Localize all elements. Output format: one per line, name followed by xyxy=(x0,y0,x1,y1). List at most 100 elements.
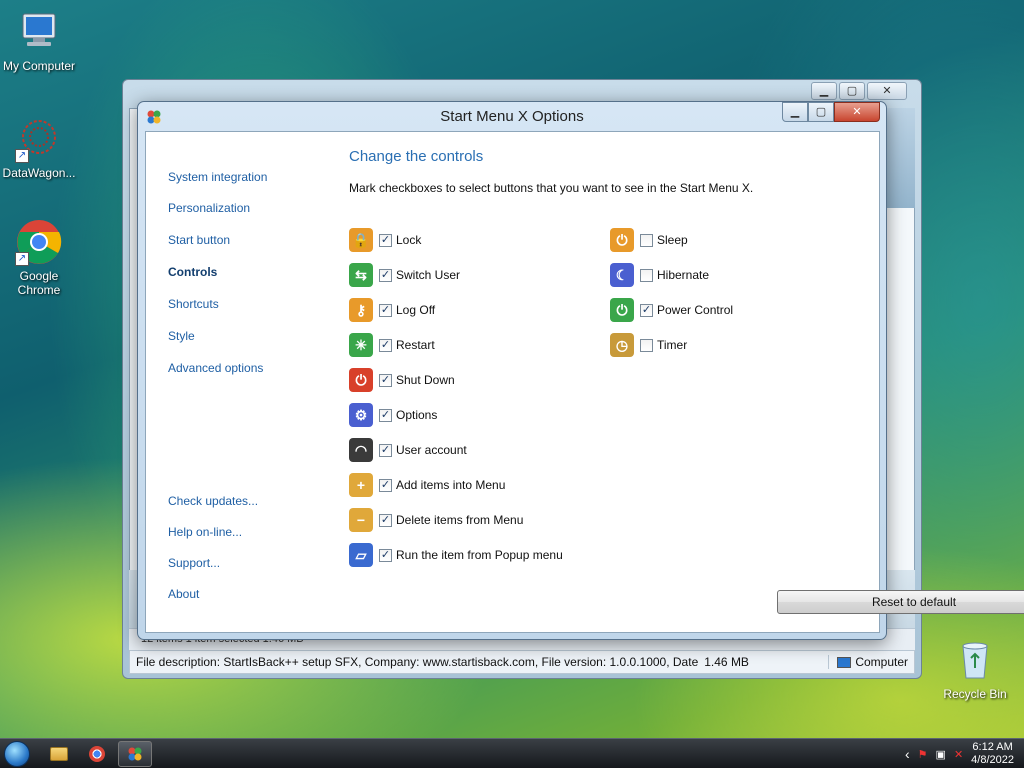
power-icon: ⏻ xyxy=(349,368,373,392)
checkbox[interactable]: ✓ xyxy=(379,268,392,282)
options-dialog[interactable]: Start Menu X Options ▁ ▢ ✕ System integr… xyxy=(137,101,1024,640)
option-lock[interactable]: 🔒 ✓ Lock xyxy=(349,227,421,253)
option-hibernate[interactable]: ☾ Hibernate xyxy=(610,262,709,288)
link-about[interactable]: About xyxy=(168,587,199,601)
checkbox[interactable]: ✓ xyxy=(379,408,392,422)
nav-personalization[interactable]: Personalization xyxy=(168,201,250,215)
dialog-title: Start Menu X Options xyxy=(440,108,584,125)
desktop-icon-label: My Computer xyxy=(2,59,76,73)
taskbar-explorer-button[interactable] xyxy=(42,741,76,767)
close-button[interactable]: ✕ xyxy=(867,82,907,100)
dialog-content: System integration Personalization Start… xyxy=(145,131,1024,633)
nav-shortcuts[interactable]: Shortcuts xyxy=(168,297,219,311)
lock-icon: 🔒 xyxy=(349,228,373,252)
dialog-close-button[interactable]: ✕ xyxy=(834,102,880,122)
option-options[interactable]: ⚙ ✓ Options xyxy=(349,402,437,428)
power-control-icon: ⏻ xyxy=(610,298,634,322)
status-location-label: Computer xyxy=(855,655,908,669)
dialog-maximize-button[interactable]: ▢ xyxy=(808,102,834,122)
option-label: Switch User xyxy=(396,268,461,282)
checkbox[interactable]: ✓ xyxy=(379,338,392,352)
switch-user-icon: ⇆ xyxy=(349,263,373,287)
reset-to-default-button[interactable]: Reset to default xyxy=(777,590,1024,614)
option-user-account[interactable]: ◠ ✓ User account xyxy=(349,437,467,463)
desktop-icon-datawagon[interactable]: ↗ DataWagon... xyxy=(0,115,82,180)
option-switch-user[interactable]: ⇆ ✓ Switch User xyxy=(349,262,460,288)
option-label: User account xyxy=(396,443,467,457)
checkbox[interactable]: ✓ xyxy=(379,478,392,492)
desktop-icon-my-computer[interactable]: My Computer xyxy=(0,8,82,73)
explorer-caption-buttons: ▁ ▢ ✕ xyxy=(811,82,907,100)
network-icon[interactable]: ▣ xyxy=(936,748,946,761)
chevron-left-icon[interactable]: ‹ xyxy=(905,746,910,762)
option-log-off[interactable]: ⚷ ✓ Log Off xyxy=(349,297,435,323)
maximize-button[interactable]: ▢ xyxy=(839,82,865,100)
action-center-flag-icon[interactable]: ⚑ xyxy=(918,748,928,761)
nav-advanced-options[interactable]: Advanced options xyxy=(168,361,263,375)
explorer-status-bar: File description: StartIsBack++ setup SF… xyxy=(129,650,915,674)
taskbar: ‹ ⚑ ▣ ✕ 6:12 AM 4/8/2022 xyxy=(0,738,1024,768)
checkbox[interactable] xyxy=(640,338,653,352)
checkbox[interactable] xyxy=(640,233,653,247)
checkbox[interactable] xyxy=(640,268,653,282)
option-label: Timer xyxy=(657,338,688,352)
option-label: Delete items from Menu xyxy=(396,513,524,527)
checkbox[interactable]: ✓ xyxy=(379,443,392,457)
option-shut-down[interactable]: ⏻ ✓ Shut Down xyxy=(349,367,455,393)
option-label: Power Control xyxy=(657,303,734,317)
checkbox[interactable]: ✓ xyxy=(379,233,392,247)
checkbox[interactable]: ✓ xyxy=(640,303,653,317)
datawagon-icon: ↗ xyxy=(15,115,63,163)
volume-muted-icon[interactable]: ✕ xyxy=(954,748,963,761)
option-timer[interactable]: ◷ Timer xyxy=(610,332,687,358)
status-location: Computer xyxy=(828,655,908,669)
controls-panel: Change the controls Mark checkboxes to s… xyxy=(349,132,1024,632)
option-add-items-into-menu[interactable]: + ✓ Add items into Menu xyxy=(349,472,505,498)
option-label: Shut Down xyxy=(396,373,455,387)
link-help-online[interactable]: Help on-line... xyxy=(168,525,242,539)
options-nav: System integration Personalization Start… xyxy=(168,132,318,632)
link-check-updates[interactable]: Check updates... xyxy=(168,494,258,508)
link-support[interactable]: Support... xyxy=(168,556,220,570)
checkbox[interactable]: ✓ xyxy=(379,513,392,527)
option-label: Lock xyxy=(396,233,422,247)
shortcut-arrow-icon: ↗ xyxy=(15,252,29,266)
clock[interactable]: 6:12 AM 4/8/2022 xyxy=(971,741,1014,767)
option-label: Options xyxy=(396,408,438,422)
shortcut-arrow-icon: ↗ xyxy=(15,149,29,163)
option-label: Restart xyxy=(396,338,435,352)
desktop-icon-label: Recycle Bin xyxy=(943,687,1007,701)
nav-style[interactable]: Style xyxy=(168,329,195,343)
option-label: Add items into Menu xyxy=(396,478,506,492)
taskbar-chrome-button[interactable] xyxy=(80,741,114,767)
option-label: Hibernate xyxy=(657,268,710,282)
checkbox[interactable]: ✓ xyxy=(379,373,392,387)
chrome-icon: ↗ xyxy=(15,218,63,266)
minimize-button[interactable]: ▁ xyxy=(811,82,837,100)
computer-small-icon xyxy=(837,656,852,668)
timer-icon: ◷ xyxy=(610,333,634,357)
option-power-control[interactable]: ⏻ ✓ Power Control xyxy=(610,297,733,323)
user-account-icon: ◠ xyxy=(349,438,373,462)
chrome-icon xyxy=(89,746,105,762)
desktop-icon-recycle-bin[interactable]: Recycle Bin xyxy=(932,636,1018,701)
page-title: Change the controls xyxy=(349,148,484,165)
dialog-caption-buttons: ▁ ▢ ✕ xyxy=(782,102,880,122)
checkbox[interactable]: ✓ xyxy=(379,303,392,317)
sleep-icon: ⏻ xyxy=(610,228,634,252)
desktop-icon-chrome[interactable]: ↗ Google Chrome xyxy=(0,218,82,297)
option-delete-items-from-menu[interactable]: − ✓ Delete items from Menu xyxy=(349,507,523,533)
option-sleep[interactable]: ⏻ Sleep xyxy=(610,227,688,253)
nav-controls[interactable]: Controls xyxy=(168,265,217,279)
checkbox[interactable]: ✓ xyxy=(379,548,392,562)
option-run-the-item-from-popup-menu[interactable]: ▱ ✓ Run the item from Popup menu xyxy=(349,542,563,568)
option-restart[interactable]: ✳ ✓ Restart xyxy=(349,332,435,358)
start-button[interactable] xyxy=(4,741,30,767)
option-label: Sleep xyxy=(657,233,688,247)
taskbar-start-menu-x-button[interactable] xyxy=(118,741,152,767)
start-menu-x-icon xyxy=(128,747,142,761)
nav-start-button[interactable]: Start button xyxy=(168,233,230,247)
dialog-minimize-button[interactable]: ▁ xyxy=(782,102,808,122)
desktop-icon-label: Google Chrome xyxy=(17,269,61,297)
nav-system-integration[interactable]: System integration xyxy=(168,170,267,184)
